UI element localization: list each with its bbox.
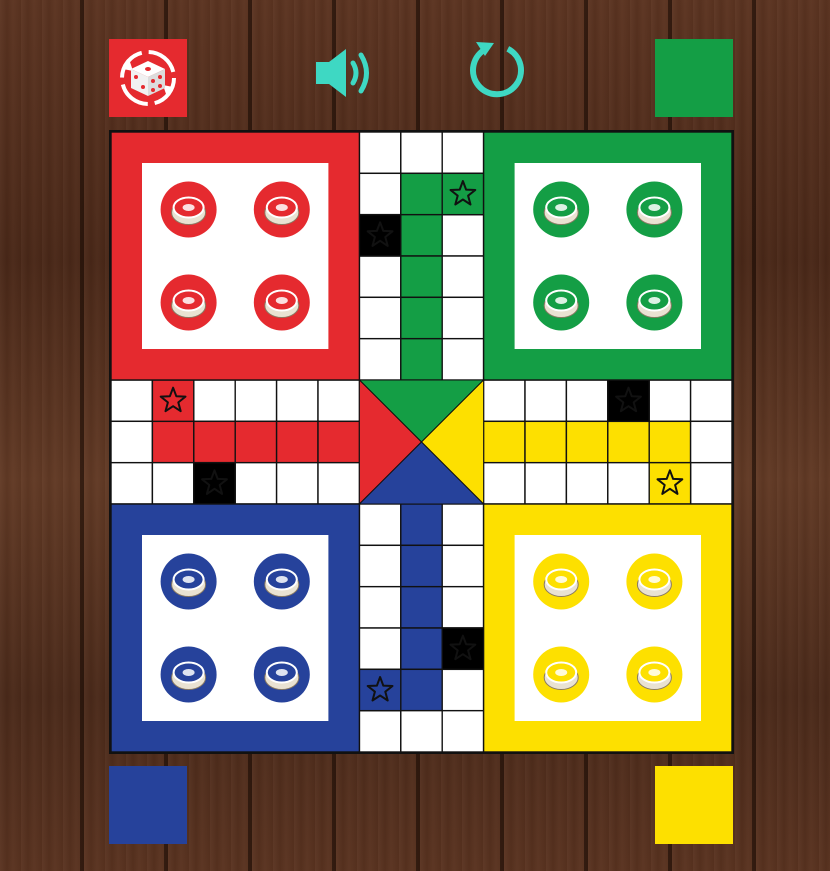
- dice-refresh-icon: [120, 50, 176, 106]
- sound-toggle-button[interactable]: [312, 42, 378, 104]
- track-cell: [151, 461, 195, 505]
- safe-square: [441, 172, 485, 216]
- track-cell: [441, 296, 485, 340]
- track-cell: [317, 379, 361, 423]
- token-center: [275, 669, 288, 676]
- track-cell: [358, 627, 402, 671]
- board-surface: [111, 132, 732, 752]
- track-cell: [400, 503, 443, 547]
- track-cell: [111, 420, 154, 464]
- dice-roll-button[interactable]: [109, 39, 187, 117]
- track-cell: [317, 461, 361, 505]
- track-cell: [111, 461, 154, 505]
- track-cell: [524, 420, 568, 464]
- track-cell: [400, 709, 443, 752]
- track-cell: [111, 379, 154, 423]
- track-cell: [358, 172, 402, 216]
- track-cell: [234, 420, 278, 464]
- track-cell: [400, 255, 443, 299]
- track-cell: [317, 420, 361, 464]
- track-cell: [482, 461, 526, 505]
- track-cell: [358, 544, 402, 588]
- token-center: [648, 204, 661, 211]
- ludo-board: [109, 130, 734, 754]
- safe-square: [358, 213, 402, 257]
- token-center: [555, 669, 568, 676]
- token-center: [275, 297, 288, 304]
- track-cell: [400, 172, 443, 216]
- track-cell: [565, 461, 609, 505]
- track-cell: [441, 668, 485, 712]
- track-cell: [482, 379, 526, 423]
- track-cell: [358, 709, 402, 752]
- player-green-indicator[interactable]: [655, 39, 733, 117]
- token-center: [648, 297, 661, 304]
- safe-square: [358, 668, 402, 712]
- token-center: [555, 297, 568, 304]
- track-cell: [275, 379, 319, 423]
- safe-square: [151, 379, 195, 423]
- track-cell: [358, 337, 402, 381]
- player-blue-indicator[interactable]: [109, 766, 187, 844]
- track-cell: [441, 213, 485, 257]
- track-cell: [358, 585, 402, 629]
- token-center: [182, 204, 195, 211]
- track-cell: [607, 420, 650, 464]
- track-cell: [234, 379, 278, 423]
- track-cell: [689, 379, 732, 423]
- track-cell: [400, 213, 443, 257]
- track-cell: [565, 379, 609, 423]
- token-center: [648, 576, 661, 583]
- track-cell: [482, 420, 526, 464]
- track-cell: [441, 132, 485, 175]
- track-cell: [400, 627, 443, 671]
- track-cell: [275, 420, 319, 464]
- track-cell: [400, 296, 443, 340]
- track-cell: [648, 379, 692, 423]
- track-cell: [151, 420, 195, 464]
- track-cell: [358, 132, 402, 175]
- speaker-volume-icon: [316, 49, 369, 97]
- track-cell: [400, 132, 443, 175]
- safe-square: [648, 461, 692, 505]
- track-cell: [565, 420, 609, 464]
- track-cell: [648, 420, 692, 464]
- track-cell: [358, 296, 402, 340]
- token-center: [275, 204, 288, 211]
- track-cell: [358, 255, 402, 299]
- token-center: [555, 204, 568, 211]
- track-cell: [358, 503, 402, 547]
- track-cell: [193, 379, 236, 423]
- token-center: [648, 669, 661, 676]
- track-cell: [607, 461, 650, 505]
- player-yellow-indicator[interactable]: [655, 766, 733, 844]
- token-center: [555, 576, 568, 583]
- safe-square: [193, 461, 236, 505]
- track-cell: [400, 668, 443, 712]
- track-cell: [524, 461, 568, 505]
- track-cell: [689, 420, 732, 464]
- track-cell: [400, 544, 443, 588]
- track-cell: [234, 461, 278, 505]
- token-center: [182, 297, 195, 304]
- track-cell: [193, 420, 236, 464]
- safe-square: [607, 379, 650, 423]
- track-cell: [441, 544, 485, 588]
- track-cell: [441, 337, 485, 381]
- token-center: [182, 576, 195, 583]
- track-cell: [441, 255, 485, 299]
- track-cell: [441, 709, 485, 752]
- track-cell: [275, 461, 319, 505]
- restart-button[interactable]: [465, 38, 529, 102]
- restart-icon: [470, 42, 524, 98]
- track-cell: [441, 585, 485, 629]
- track-cell: [400, 337, 443, 381]
- track-cell: [689, 461, 732, 505]
- token-center: [182, 669, 195, 676]
- safe-square: [441, 627, 485, 671]
- token-center: [275, 576, 288, 583]
- track-cell: [400, 585, 443, 629]
- track-cell: [441, 503, 485, 547]
- track-cell: [524, 379, 568, 423]
